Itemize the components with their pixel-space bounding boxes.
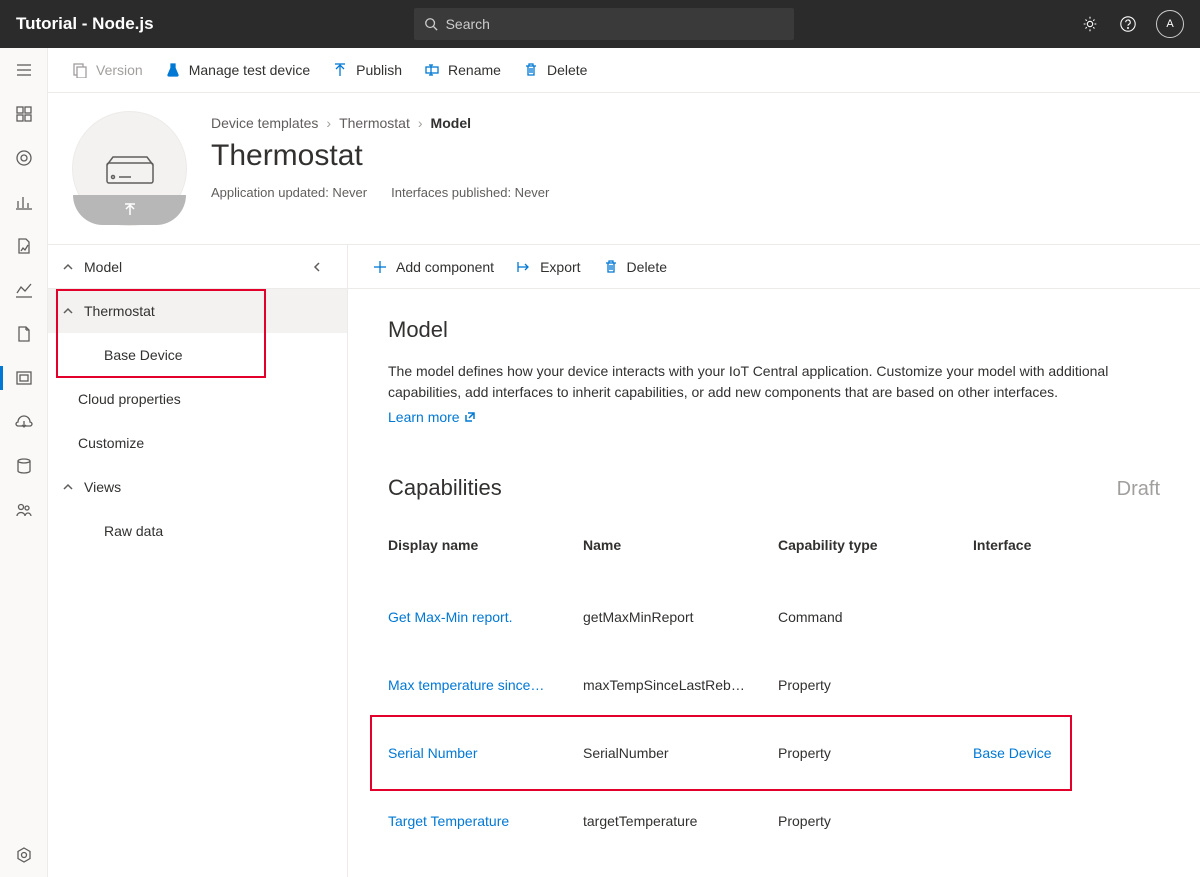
chevron-up-icon: [62, 261, 74, 273]
command-bar: Version Manage test device Publish Renam…: [48, 48, 1200, 93]
cap-name: targetTemperature: [583, 787, 778, 855]
upload-overlay: [73, 195, 186, 225]
cap-display[interactable]: Target Temperature: [388, 787, 583, 855]
rail-jobs[interactable]: [0, 268, 47, 312]
cap-name: SerialNumber: [583, 719, 778, 787]
capabilities-heading: Capabilities: [388, 475, 502, 501]
cap-name: getMaxMinReport: [583, 583, 778, 651]
rail-devices[interactable]: [0, 136, 47, 180]
cap-interface: [973, 787, 1160, 855]
trash-icon: [523, 62, 539, 78]
export-icon: [516, 259, 532, 275]
cap-type: Property: [778, 719, 973, 787]
delete-button[interactable]: Delete: [523, 62, 587, 78]
top-right: A: [1080, 10, 1184, 38]
tree-item[interactable]: Views: [48, 465, 347, 509]
device-avatar[interactable]: [72, 111, 187, 226]
col-display-name: Display name: [388, 525, 583, 583]
cap-display[interactable]: Get Max-Min report.: [388, 583, 583, 651]
tree-item[interactable]: Base Device: [48, 333, 347, 377]
manage-test-device-button[interactable]: Manage test device: [165, 62, 310, 78]
cap-interface: [973, 651, 1160, 719]
cap-interface[interactable]: Base Device: [973, 719, 1160, 787]
cap-type: Property: [778, 787, 973, 855]
model-description: The model defines how your device intera…: [388, 361, 1128, 403]
top-bar: Tutorial - Node.js Search A: [0, 0, 1200, 48]
help-icon: [1119, 15, 1137, 33]
rename-icon: [424, 62, 440, 78]
col-name: Name: [583, 525, 778, 583]
cap-name: maxTempSinceLastReb…: [583, 651, 778, 719]
app-title: Tutorial - Node.js: [16, 14, 154, 34]
draft-badge: Draft: [1117, 478, 1160, 501]
rail-users[interactable]: [0, 488, 47, 532]
cap-display[interactable]: Serial Number: [388, 719, 583, 787]
page-title: Thermostat: [211, 139, 549, 173]
external-link-icon: [464, 411, 476, 423]
cap-type: Command: [778, 583, 973, 651]
search-input[interactable]: Search: [414, 8, 794, 40]
flask-icon: [165, 62, 181, 78]
learn-more-link[interactable]: Learn more: [388, 409, 476, 425]
interfaces-published: Interfaces published: Never: [391, 185, 549, 200]
account-avatar[interactable]: A: [1156, 10, 1184, 38]
rail-analytics[interactable]: [0, 180, 47, 224]
search-icon: [424, 17, 438, 31]
breadcrumb-root[interactable]: Device templates: [211, 115, 318, 131]
col-type: Capability type: [778, 525, 973, 583]
publish-button[interactable]: Publish: [332, 62, 402, 78]
rail-templates[interactable]: [0, 356, 47, 400]
col-interface: Interface: [973, 525, 1160, 583]
nav-toggle[interactable]: [0, 48, 47, 92]
export-button[interactable]: Export: [516, 259, 580, 275]
upload-icon: [123, 203, 137, 217]
tree-item[interactable]: Raw data: [48, 509, 347, 553]
tree-item[interactable]: Customize: [48, 421, 347, 465]
rail-export[interactable]: [0, 400, 47, 444]
cap-interface: [973, 583, 1160, 651]
plus-icon: [372, 259, 388, 275]
help-button[interactable]: [1118, 14, 1138, 34]
content-command-bar: Add component Export Delete: [348, 245, 1200, 289]
header-meta: Application updated: Never Interfaces pu…: [211, 185, 549, 200]
device-icon: [105, 153, 155, 185]
chevron-up-icon: [62, 305, 74, 317]
template-header: Device templates › Thermostat › Model Th…: [48, 93, 1200, 244]
rename-button[interactable]: Rename: [424, 62, 501, 78]
rail-settings[interactable]: [0, 833, 47, 877]
model-tree: Model ThermostatBase DeviceCloud propert…: [48, 245, 348, 877]
table-row[interactable]: Serial NumberSerialNumberPropertyBase De…: [388, 719, 1160, 787]
search-placeholder: Search: [446, 16, 490, 32]
trash-icon: [603, 259, 619, 275]
tree-item[interactable]: Thermostat: [48, 289, 347, 333]
rail-rules[interactable]: [0, 224, 47, 268]
nav-rail: [0, 48, 48, 877]
breadcrumb-template[interactable]: Thermostat: [339, 115, 410, 131]
content-body: Model The model defines how your device …: [348, 289, 1200, 877]
settings-button[interactable]: [1080, 14, 1100, 34]
rail-storage[interactable]: [0, 444, 47, 488]
cap-type: Property: [778, 651, 973, 719]
chevron-left-icon: [311, 261, 323, 273]
add-component-button[interactable]: Add component: [372, 259, 494, 275]
breadcrumb: Device templates › Thermostat › Model: [211, 115, 549, 131]
content-delete-button[interactable]: Delete: [603, 259, 667, 275]
table-row[interactable]: Target TemperaturetargetTemperaturePrope…: [388, 787, 1160, 855]
tree-item[interactable]: Cloud properties: [48, 377, 347, 421]
capabilities-table: Display name Name Capability type Interf…: [388, 525, 1160, 855]
rail-files[interactable]: [0, 312, 47, 356]
version-icon: [72, 62, 88, 78]
app-updated: Application updated: Never: [211, 185, 367, 200]
table-row[interactable]: Max temperature since…maxTempSinceLastRe…: [388, 651, 1160, 719]
model-heading: Model: [388, 317, 1160, 343]
chevron-up-icon: [62, 481, 74, 493]
cap-display[interactable]: Max temperature since…: [388, 651, 583, 719]
table-row[interactable]: Get Max-Min report.getMaxMinReportComman…: [388, 583, 1160, 651]
tree-header[interactable]: Model: [48, 245, 347, 289]
breadcrumb-current: Model: [431, 115, 471, 131]
gear-icon: [1081, 15, 1099, 33]
version-button: Version: [72, 62, 143, 78]
rail-dashboard[interactable]: [0, 92, 47, 136]
publish-icon: [332, 62, 348, 78]
